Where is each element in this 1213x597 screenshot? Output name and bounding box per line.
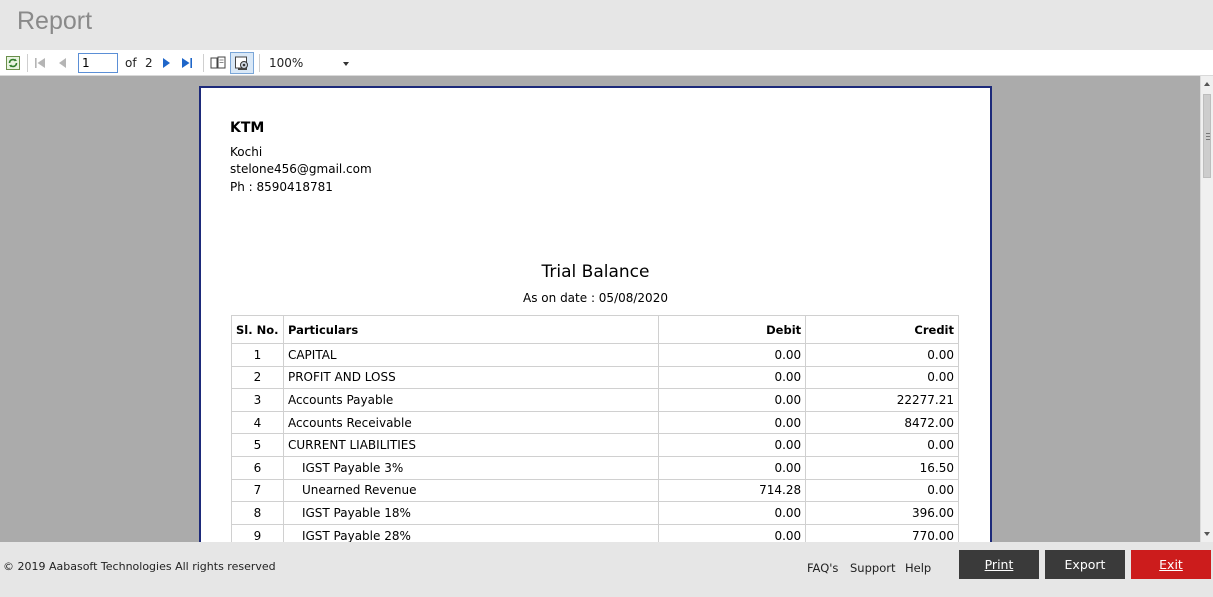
page-number-input[interactable]	[78, 53, 118, 73]
row-credit: 0.00	[805, 365, 959, 390]
row-sl-no: 1	[231, 343, 284, 367]
toolbar-separator	[203, 54, 204, 72]
row-sl-no: 8	[231, 501, 284, 525]
row-sl-no: 7	[231, 478, 284, 503]
row-debit: 0.00	[658, 410, 807, 435]
company-phone: Ph : 8590418781	[230, 180, 333, 194]
column-header-sl-no: Sl. No.	[231, 315, 284, 344]
toolbar-separator	[259, 54, 260, 72]
row-particulars: Accounts Receivable	[282, 410, 660, 435]
row-credit: 0.00	[805, 343, 959, 367]
print-button-label: Print	[984, 557, 1014, 572]
row-credit: 0.00	[805, 433, 959, 457]
table-row: 1 CAPITAL 0.00 0.00	[231, 343, 959, 367]
company-name: KTM	[230, 120, 265, 136]
row-sl-no: 9	[231, 523, 284, 542]
exit-button-label: Exit	[1159, 557, 1183, 572]
row-particulars: IGST Payable 18%	[282, 501, 660, 525]
row-particulars: CURRENT LIABILITIES	[282, 433, 660, 457]
row-particulars: CAPITAL	[282, 343, 660, 367]
total-pages: 2	[145, 56, 153, 70]
row-debit: 714.28	[658, 478, 807, 503]
chevron-down-icon	[343, 62, 349, 66]
row-particulars: IGST Payable 28%	[282, 523, 660, 542]
support-link[interactable]: Support	[850, 561, 895, 575]
row-particulars: Accounts Payable	[282, 388, 660, 412]
row-credit: 770.00	[805, 523, 959, 542]
table-row: 4 Accounts Receivable 0.00 8472.00	[231, 410, 959, 435]
row-sl-no: 3	[231, 388, 284, 412]
export-button[interactable]: Export	[1045, 550, 1125, 579]
grip-line	[1206, 133, 1210, 134]
table-row: 9 IGST Payable 28% 0.00 770.00	[231, 523, 959, 542]
company-city: Kochi	[230, 145, 263, 159]
row-sl-no: 6	[231, 455, 284, 480]
row-debit: 0.00	[658, 365, 807, 390]
vertical-scrollbar[interactable]	[1200, 76, 1213, 542]
report-viewer[interactable]: KTM Kochi stelone456@gmail.com Ph : 8590…	[0, 76, 1200, 542]
grip-line	[1206, 139, 1210, 140]
trial-balance-table: Sl. No. Particulars Debit Credit 1 CAPIT…	[231, 315, 959, 542]
print-button[interactable]: Print	[959, 550, 1039, 579]
report-toolbar: of 2 100%	[0, 50, 1213, 76]
row-credit: 8472.00	[805, 410, 959, 435]
company-email: stelone456@gmail.com	[230, 162, 372, 176]
row-sl-no: 4	[231, 410, 284, 435]
previous-page-icon[interactable]	[56, 54, 70, 72]
zoom-value: 100%	[269, 56, 304, 70]
column-header-credit: Credit	[805, 315, 959, 344]
table-row: 3 Accounts Payable 0.00 22277.21	[231, 388, 959, 412]
refresh-icon[interactable]	[5, 54, 21, 72]
report-title: Trial Balance	[541, 262, 650, 282]
first-page-icon[interactable]	[33, 54, 47, 72]
table-row: 8 IGST Payable 18% 0.00 396.00	[231, 501, 959, 525]
copyright-text: © 2019 Aabasoft Technologies All rights …	[3, 560, 276, 573]
window-title: Report	[17, 7, 93, 35]
page-setup-icon[interactable]	[230, 52, 254, 74]
report-page: KTM Kochi stelone456@gmail.com Ph : 8590…	[199, 86, 992, 542]
scroll-up-icon[interactable]	[1204, 82, 1210, 86]
column-header-particulars: Particulars	[282, 315, 660, 344]
export-button-label: Export	[1064, 557, 1106, 572]
row-debit: 0.00	[658, 455, 807, 480]
table-row: 7 Unearned Revenue 714.28 0.00	[231, 478, 959, 503]
footer: © 2019 Aabasoft Technologies All rights …	[0, 542, 1213, 597]
grip-line	[1206, 136, 1210, 137]
row-credit: 396.00	[805, 501, 959, 525]
table-header-row: Sl. No. Particulars Debit Credit	[231, 315, 959, 344]
of-label: of	[125, 56, 137, 70]
scroll-down-icon[interactable]	[1204, 532, 1210, 536]
help-link[interactable]: Help	[905, 561, 931, 575]
print-layout-icon[interactable]	[209, 54, 227, 72]
table-row: 5 CURRENT LIABILITIES 0.00 0.00	[231, 433, 959, 457]
row-particulars: IGST Payable 3%	[282, 455, 660, 480]
row-sl-no: 2	[231, 365, 284, 390]
row-debit: 0.00	[658, 388, 807, 412]
faq-link[interactable]: FAQ's	[807, 561, 838, 575]
row-particulars: Unearned Revenue	[282, 478, 660, 503]
zoom-select[interactable]: 100%	[265, 53, 353, 73]
last-page-icon[interactable]	[180, 54, 194, 72]
row-credit: 16.50	[805, 455, 959, 480]
table-row: 6 IGST Payable 3% 0.00 16.50	[231, 455, 959, 480]
next-page-icon[interactable]	[159, 54, 173, 72]
scroll-thumb[interactable]	[1203, 94, 1211, 178]
row-sl-no: 5	[231, 433, 284, 457]
report-date: As on date : 05/08/2020	[523, 291, 668, 305]
column-header-debit: Debit	[658, 315, 807, 344]
row-particulars: PROFIT AND LOSS	[282, 365, 660, 390]
row-debit: 0.00	[658, 523, 807, 542]
table-row: 2 PROFIT AND LOSS 0.00 0.00	[231, 365, 959, 390]
toolbar-separator	[27, 54, 28, 72]
row-credit: 0.00	[805, 478, 959, 503]
row-debit: 0.00	[658, 343, 807, 367]
row-credit: 22277.21	[805, 388, 959, 412]
row-debit: 0.00	[658, 433, 807, 457]
row-debit: 0.00	[658, 501, 807, 525]
title-bar: Report	[0, 0, 1213, 50]
exit-button[interactable]: Exit	[1131, 550, 1211, 579]
